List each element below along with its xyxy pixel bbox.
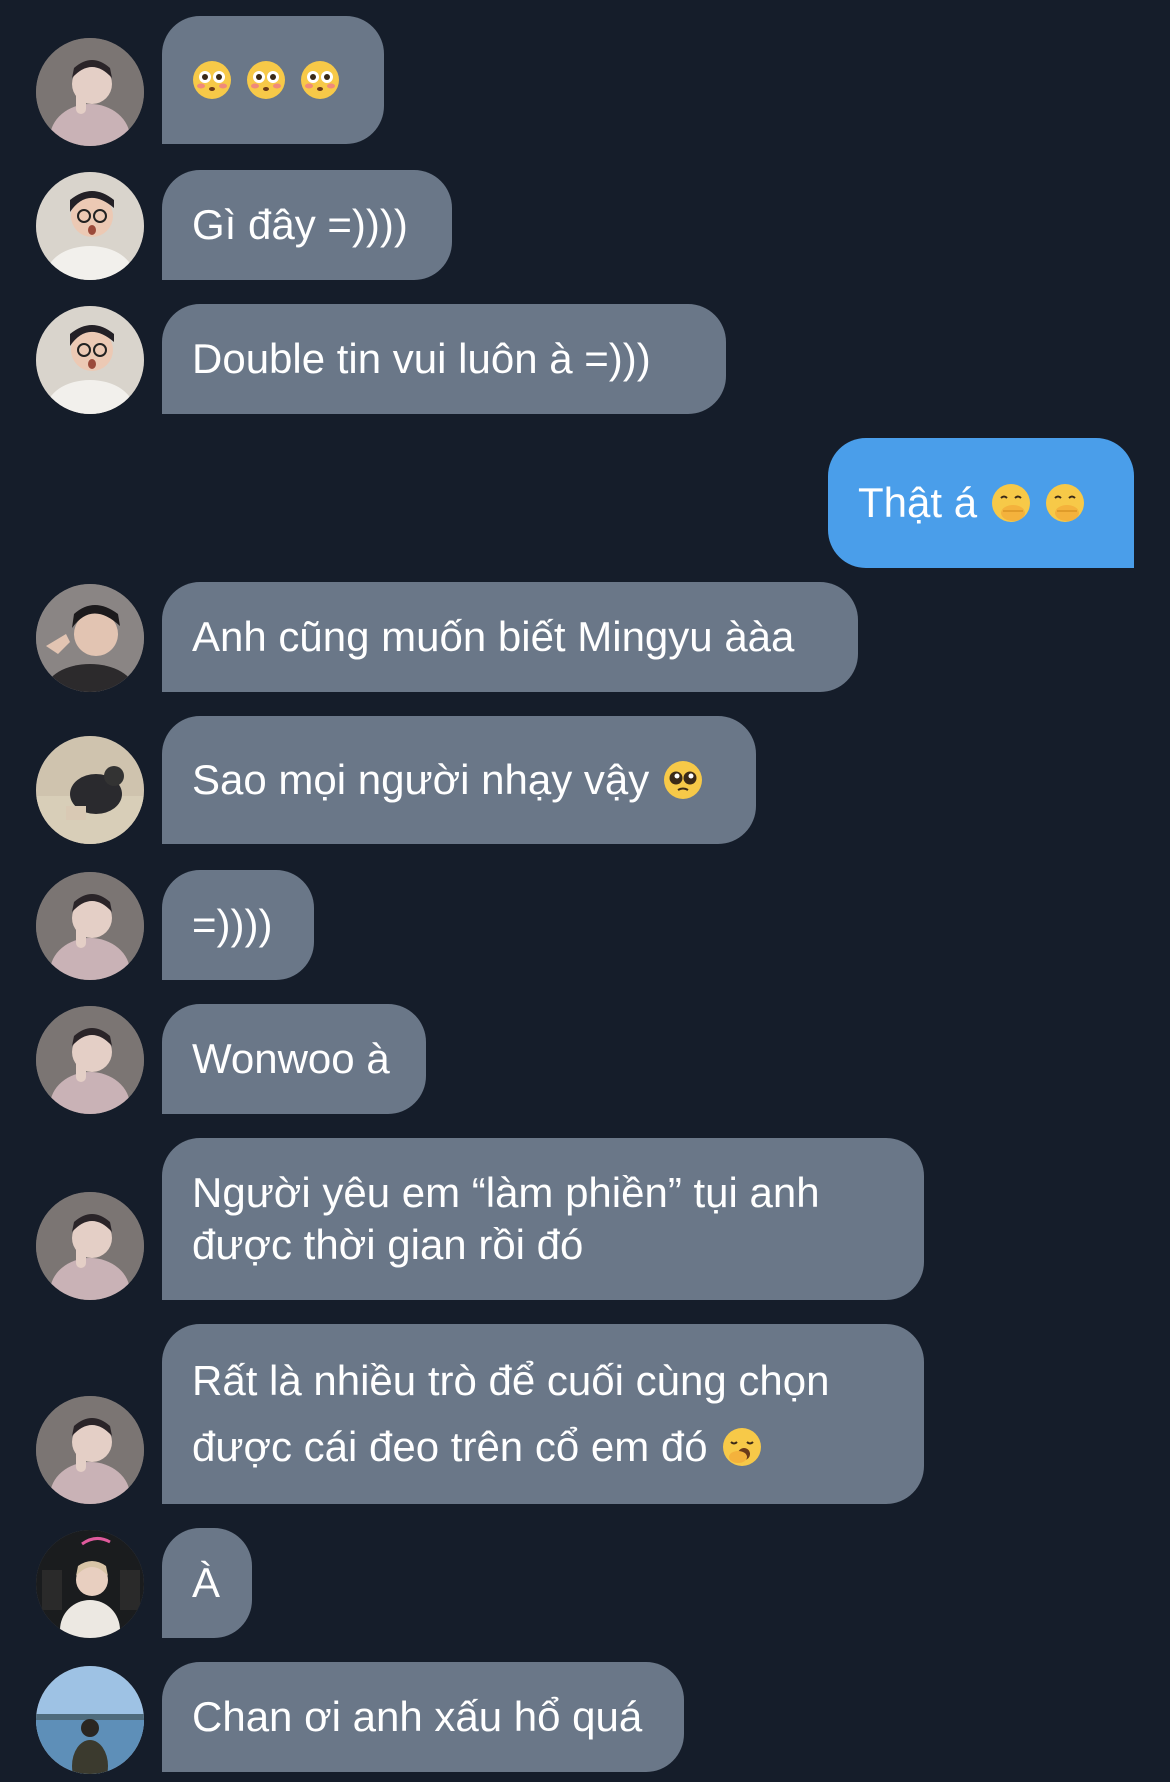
message-row: Double tin vui luôn à =))) [0, 304, 1170, 414]
message-text: Sao mọi người nhạy vậy [192, 754, 703, 806]
hand-over-mouth-icon [1045, 483, 1085, 523]
message-text: Double tin vui luôn à =))) [192, 335, 651, 382]
message-bubble[interactable]: Người yêu em “làm phiền” tụi anh được th… [162, 1138, 924, 1300]
message-row: Wonwoo à [0, 1004, 1170, 1114]
avatar[interactable] [36, 172, 144, 280]
message-text: Người yêu em “làm phiền” tụi anh được th… [192, 1169, 820, 1268]
message-row: Sao mọi người nhạy vậy [0, 716, 1170, 844]
message-row: Chan ơi anh xấu hổ quá [0, 1662, 1170, 1774]
yawning-face-icon [722, 1427, 762, 1467]
message-row: Thật á [0, 438, 1170, 568]
message-text: Anh cũng muốn biết Mingyu ààa [192, 613, 795, 660]
message-row: À [0, 1528, 1170, 1638]
avatar[interactable] [36, 1396, 144, 1504]
flushed-face-icon [192, 60, 232, 100]
avatar[interactable] [36, 1006, 144, 1114]
message-bubble[interactable]: Sao mọi người nhạy vậy [162, 716, 756, 844]
hand-over-mouth-icon [991, 483, 1031, 523]
message-bubble[interactable]: Rất là nhiều trò để cuối cùng chọn được … [162, 1324, 924, 1504]
message-bubble-outgoing[interactable]: Thật á [828, 438, 1134, 568]
message-row: Gì đây =)))) [0, 170, 1170, 280]
avatar[interactable] [36, 306, 144, 414]
message-row: =)))) [0, 870, 1170, 980]
message-text: Gì đây =)))) [192, 201, 408, 248]
message-text: Wonwoo à [192, 1035, 390, 1082]
message-row: Anh cũng muốn biết Mingyu ààa [0, 582, 1170, 692]
chat-thread: Gì đây =)))) Double tin vui luôn à =))) … [0, 0, 1170, 1782]
avatar[interactable] [36, 1192, 144, 1300]
message-bubble[interactable]: Wonwoo à [162, 1004, 426, 1114]
message-row: Rất là nhiều trò để cuối cùng chọn được … [0, 1324, 1170, 1504]
avatar[interactable] [36, 1666, 144, 1774]
message-text: À [192, 1559, 221, 1606]
avatar[interactable] [36, 872, 144, 980]
message-bubble[interactable]: À [162, 1528, 252, 1638]
pleading-face-icon [663, 760, 703, 800]
message-bubble[interactable]: Gì đây =)))) [162, 170, 452, 280]
message-bubble[interactable]: Chan ơi anh xấu hổ quá [162, 1662, 684, 1772]
message-row: Người yêu em “làm phiền” tụi anh được th… [0, 1138, 1170, 1300]
message-bubble[interactable] [162, 16, 384, 144]
message-text: Chan ơi anh xấu hổ quá [192, 1693, 643, 1740]
message-text: Thật á [858, 477, 1085, 529]
message-text: Rất là nhiều trò để cuối cùng chọn được … [192, 1357, 830, 1470]
avatar[interactable] [36, 584, 144, 692]
message-text: =)))) [192, 901, 273, 948]
avatar[interactable] [36, 736, 144, 844]
flushed-face-icon [300, 60, 340, 100]
avatar[interactable] [36, 1530, 144, 1638]
message-bubble[interactable]: Anh cũng muốn biết Mingyu ààa [162, 582, 858, 692]
avatar[interactable] [36, 38, 144, 146]
flushed-face-icon [246, 60, 286, 100]
message-row [0, 16, 1170, 146]
message-bubble[interactable]: =)))) [162, 870, 314, 980]
message-bubble[interactable]: Double tin vui luôn à =))) [162, 304, 726, 414]
